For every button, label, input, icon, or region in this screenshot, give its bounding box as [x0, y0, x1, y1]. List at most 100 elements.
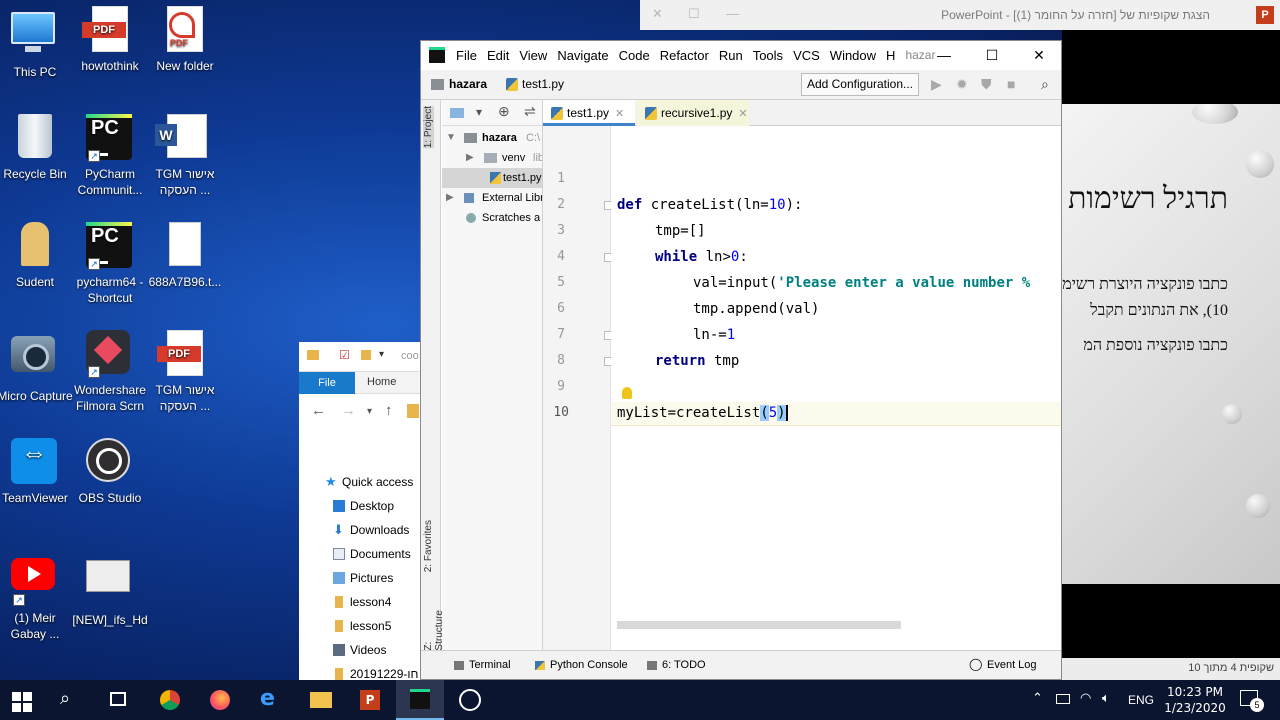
coverage-icon[interactable]: ⛊ — [981, 76, 992, 93]
menu-view[interactable]: View — [514, 41, 552, 70]
powerpoint-button[interactable]: P — [346, 680, 394, 720]
menu-run[interactable]: Run — [714, 41, 748, 70]
desktop-icon-688a7b96[interactable]: 688A7B96.t... — [147, 222, 223, 290]
wifi-icon[interactable]: ◠ — [1080, 690, 1091, 720]
menu-vcs[interactable]: VCS — [788, 41, 825, 70]
close-icon[interactable]: ✕ — [652, 6, 663, 22]
desktop-icon-recycle-bin[interactable]: Recycle Bin — [0, 114, 73, 182]
add-configuration-button[interactable]: Add Configuration... — [801, 73, 919, 96]
new-folder-icon[interactable] — [361, 350, 371, 360]
minimize-icon[interactable]: — — [726, 6, 739, 21]
maximize-icon[interactable]: ☐ — [688, 6, 700, 22]
collapse-icon[interactable]: ⇌ — [524, 103, 536, 120]
close-icon[interactable]: ✕ — [1016, 41, 1061, 70]
chrome-button[interactable] — [146, 680, 194, 720]
menu-edit[interactable]: Edit — [482, 41, 514, 70]
tool-tab-event-log[interactable]: Event Log — [987, 659, 1037, 671]
start-button[interactable] — [0, 680, 48, 720]
chevron-right-icon[interactable]: ▶ — [466, 148, 474, 168]
nav-folder-20191229[interactable]: 20191229-חו — [299, 662, 420, 680]
desktop-icon-sudent[interactable]: Sudent — [0, 222, 73, 290]
nav-lesson5[interactable]: lesson5 — [299, 614, 420, 638]
ribbon-home-tab[interactable]: Home — [367, 376, 396, 388]
breadcrumb-project[interactable]: hazara — [449, 77, 487, 91]
horizontal-scrollbar[interactable] — [617, 621, 901, 629]
language-indicator[interactable]: ENG — [1128, 693, 1154, 720]
menu-navigate[interactable]: Navigate — [552, 41, 613, 70]
tree-item-external-libraries[interactable]: ▶ External Libr — [442, 188, 542, 208]
locate-icon[interactable]: ⊕ — [498, 103, 510, 120]
maximize-icon[interactable]: ☐ — [969, 41, 1015, 70]
desktop-icon-teamviewer[interactable]: TeamViewer — [0, 438, 73, 506]
menu-file[interactable]: File — [451, 41, 482, 70]
desktop-icon-new-folder[interactable]: PDF New folder — [147, 6, 223, 74]
nav-downloads[interactable]: ⬇ Downloads — [299, 518, 420, 542]
menu-window[interactable]: Window — [825, 41, 881, 70]
firefox-button[interactable] — [196, 680, 244, 720]
chevron-down-icon[interactable]: ▼ — [446, 128, 456, 148]
tool-tab-python-console[interactable]: Python Console — [550, 659, 628, 671]
file-explorer-button[interactable] — [296, 680, 344, 720]
file-explorer-window[interactable]: ☑ ▾ coo File Home ← → ▾ ↑ ★ Quick access… — [299, 342, 420, 680]
menu-help[interactable]: H — [881, 41, 900, 70]
back-arrow-icon[interactable]: ← — [311, 402, 326, 419]
up-arrow-icon[interactable]: ↑ — [385, 402, 393, 419]
menu-tools[interactable]: Tools — [748, 41, 788, 70]
tree-item-venv[interactable]: ▶ venv lib — [442, 148, 542, 168]
close-icon[interactable]: ✕ — [615, 108, 624, 120]
pycharm-button[interactable] — [396, 680, 444, 720]
stop-icon[interactable]: ■ — [1007, 76, 1015, 92]
code-editor[interactable]: def createList(ln=10): tmp=[] while ln>0… — [611, 126, 1061, 650]
desktop-icon-tgm-pdf[interactable]: PDF TGM אישור העסקה ... — [147, 330, 223, 414]
tree-item-test1[interactable]: test1.py — [442, 168, 542, 188]
lightbulb-icon[interactable] — [622, 387, 632, 399]
desktop-icon-this-pc[interactable]: This PC — [0, 6, 73, 80]
debug-icon[interactable]: ✹ — [956, 76, 968, 93]
search-button[interactable]: ⌕ — [46, 680, 94, 720]
chevron-down-icon[interactable]: ▾ — [476, 105, 482, 119]
nav-documents[interactable]: Documents — [299, 542, 420, 566]
clock[interactable]: 10:23 PM 1/23/2020 — [1160, 684, 1230, 716]
nav-videos[interactable]: Videos — [299, 638, 420, 662]
nav-quick-access[interactable]: ★ Quick access — [299, 470, 420, 494]
ribbon-file-tab[interactable]: File — [299, 372, 355, 394]
close-icon[interactable]: ✕ — [738, 108, 747, 120]
tool-tab-terminal[interactable]: Terminal — [469, 659, 511, 671]
obs-button[interactable] — [446, 680, 494, 720]
desktop-icon-pycharm64[interactable]: PC ↗ pycharm64 - Shortcut — [72, 222, 148, 306]
nav-desktop[interactable]: Desktop — [299, 494, 420, 518]
minimize-icon[interactable]: — — [921, 41, 967, 70]
forward-arrow-icon[interactable]: → — [341, 402, 356, 419]
chevron-down-icon[interactable]: ▾ — [367, 406, 372, 417]
desktop-icon-pycharm[interactable]: PC ↗ PyCharm Communit... — [72, 114, 148, 198]
desktop-icon-youtube[interactable]: ↗ (1) Meir Gabay ... — [0, 552, 73, 642]
breadcrumb-file[interactable]: test1.py — [522, 77, 564, 91]
properties-icon[interactable]: ☑ — [339, 348, 350, 362]
edge-button[interactable]: e — [246, 680, 294, 720]
desktop-icon-ifs-hd[interactable]: [NEW]_ifs_Hd — [72, 552, 148, 628]
desktop-icon-tgm-word[interactable]: W TGM אישור העסקה ... — [147, 114, 223, 198]
pycharm-window[interactable]: File Edit View Navigate Code Refactor Ru… — [420, 40, 1062, 680]
desktop-icon-filmora[interactable]: ↗ Wondershare Filmora Scrn — [72, 330, 148, 414]
desktop-icon-micro-capture[interactable]: Micro Capture — [0, 330, 73, 404]
search-icon[interactable]: ⌕ — [1041, 76, 1049, 93]
desktop-icon-howtothink[interactable]: PDF howtothink — [72, 6, 148, 74]
task-view-button[interactable] — [94, 680, 142, 720]
powerpoint-titlebar[interactable]: ✕ ☐ — PowerPoint - [חזרה על החומר (1)] ה… — [640, 0, 1280, 30]
run-icon[interactable]: ▶ — [931, 76, 942, 93]
battery-icon[interactable] — [1056, 694, 1070, 704]
chevron-right-icon[interactable]: ▶ — [446, 188, 454, 208]
nav-lesson4[interactable]: lesson4 — [299, 590, 420, 614]
volume-icon[interactable]: 🔈︎ — [1102, 690, 1110, 720]
project-view-icon[interactable] — [450, 108, 464, 118]
tool-tab-favorites[interactable]: 2: Favorites — [423, 520, 434, 572]
tab-recursive1[interactable]: recursive1.py ✕ — [637, 100, 749, 126]
desktop-icon-obs[interactable]: OBS Studio — [72, 438, 148, 506]
tree-item-scratches[interactable]: Scratches a — [442, 208, 542, 228]
chevron-down-icon[interactable]: ▾ — [379, 349, 384, 360]
menu-code[interactable]: Code — [614, 41, 655, 70]
menu-refactor[interactable]: Refactor — [655, 41, 714, 70]
tree-item-hazara[interactable]: ▼ hazara C:\ — [442, 128, 542, 148]
tool-tab-todo[interactable]: 6: TODO — [662, 659, 706, 671]
nav-pictures[interactable]: Pictures — [299, 566, 420, 590]
